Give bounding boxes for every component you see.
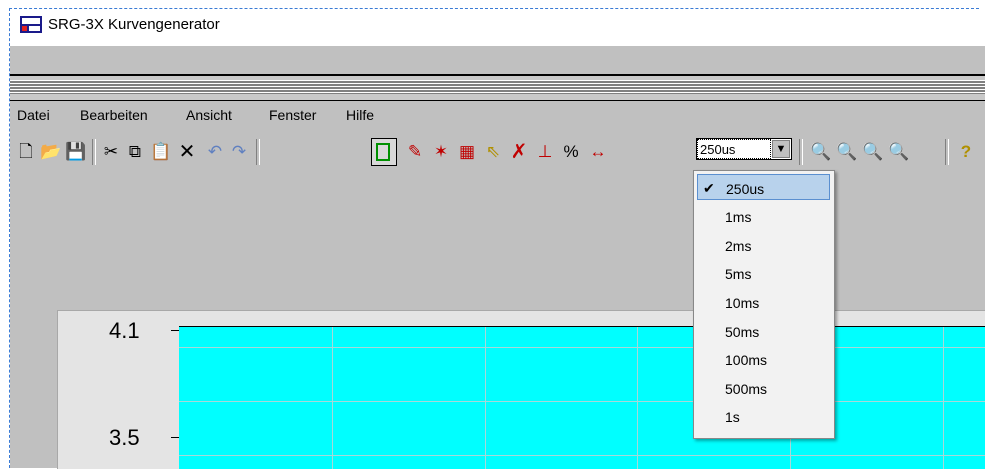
app-icon: [20, 16, 42, 33]
menu-datei[interactable]: Datei: [17, 107, 50, 123]
menu-bar: Datei Bearbeiten Ansicht Fenster Hilfe: [10, 100, 985, 127]
grid-line: [179, 347, 985, 348]
grid-line: [179, 401, 985, 402]
zoom-all-icon[interactable]: 🔍: [888, 141, 910, 163]
help-icon[interactable]: ?: [955, 141, 977, 163]
pointer-icon[interactable]: ⇖: [482, 141, 504, 163]
save-icon[interactable]: 💾: [65, 141, 87, 163]
marker-icon[interactable]: ✶: [430, 141, 452, 163]
timebase-dropdown: ✔ 250us 1ms 2ms 5ms 10ms 50ms 100ms 500m…: [693, 170, 835, 439]
grid-icon[interactable]: ▦: [456, 141, 478, 163]
select-tool-button[interactable]: [371, 138, 397, 166]
copy-icon[interactable]: ⧉: [124, 141, 146, 163]
dropdown-option-50ms[interactable]: 50ms: [697, 318, 830, 344]
anchor-icon[interactable]: ⊥: [534, 141, 556, 163]
menu-hilfe[interactable]: Hilfe: [346, 107, 374, 123]
dropdown-option-10ms[interactable]: 10ms: [697, 289, 830, 315]
cut-icon[interactable]: ✂: [100, 141, 122, 163]
grid-line: [637, 327, 638, 469]
dropdown-option-5ms[interactable]: 5ms: [697, 260, 830, 286]
grid-line: [485, 327, 486, 469]
select-icon: [376, 143, 390, 161]
grid-line: [943, 327, 944, 469]
window-title: SRG-3X Kurvengenerator: [48, 16, 220, 33]
dropdown-option-1ms[interactable]: 1ms: [697, 203, 830, 229]
undo-icon[interactable]: ↶: [204, 141, 226, 163]
zoom-out-icon[interactable]: 🔍: [836, 141, 858, 163]
grid-line: [179, 455, 985, 456]
menu-bearbeiten[interactable]: Bearbeiten: [80, 107, 148, 123]
zoom-in-icon[interactable]: 🔍: [810, 141, 832, 163]
redo-icon[interactable]: ↷: [228, 141, 250, 163]
menu-fenster[interactable]: Fenster: [269, 107, 316, 123]
plot-area[interactable]: [179, 326, 985, 469]
title-bar[interactable]: SRG-3X Kurvengenerator: [10, 9, 985, 46]
zoom-fit-icon[interactable]: 🔍: [862, 141, 884, 163]
y-tick-label: 4.1: [109, 318, 140, 343]
open-icon[interactable]: 📂: [40, 141, 62, 163]
chevron-down-icon[interactable]: ▼: [772, 140, 790, 158]
y-tick: [171, 437, 179, 438]
y-tick-label: 3.5: [109, 425, 140, 450]
new-icon[interactable]: 🗋: [15, 141, 37, 163]
checkmark-icon: ✔: [703, 180, 715, 196]
dropdown-option-100ms[interactable]: 100ms: [697, 346, 830, 372]
dropdown-option-1s[interactable]: 1s: [697, 403, 830, 429]
document-title-bar[interactable]: [10, 74, 985, 102]
delete-icon[interactable]: ✕: [176, 141, 198, 163]
dropdown-option-250us[interactable]: ✔ 250us: [697, 174, 830, 200]
dropdown-option-500ms[interactable]: 500ms: [697, 375, 830, 401]
paste-icon[interactable]: 📋: [150, 141, 172, 163]
toolbar: 🗋 📂 💾 ✂ ⧉ 📋 ✕ ↶ ↷ ✎ ✶ ▦ ⇖ ✗ ⊥ % ↔ 250us …: [10, 127, 985, 179]
menu-ansicht[interactable]: Ansicht: [186, 107, 232, 123]
pencil-icon[interactable]: ✎: [404, 141, 426, 163]
y-tick: [171, 330, 179, 331]
link-icon[interactable]: %: [560, 141, 582, 163]
timebase-select[interactable]: 250us ▼: [696, 138, 792, 160]
window-frame: [10, 46, 985, 74]
width-icon[interactable]: ↔: [587, 141, 609, 163]
grid-line: [332, 327, 333, 469]
remove-icon[interactable]: ✗: [508, 141, 530, 163]
dropdown-option-2ms[interactable]: 2ms: [697, 232, 830, 258]
